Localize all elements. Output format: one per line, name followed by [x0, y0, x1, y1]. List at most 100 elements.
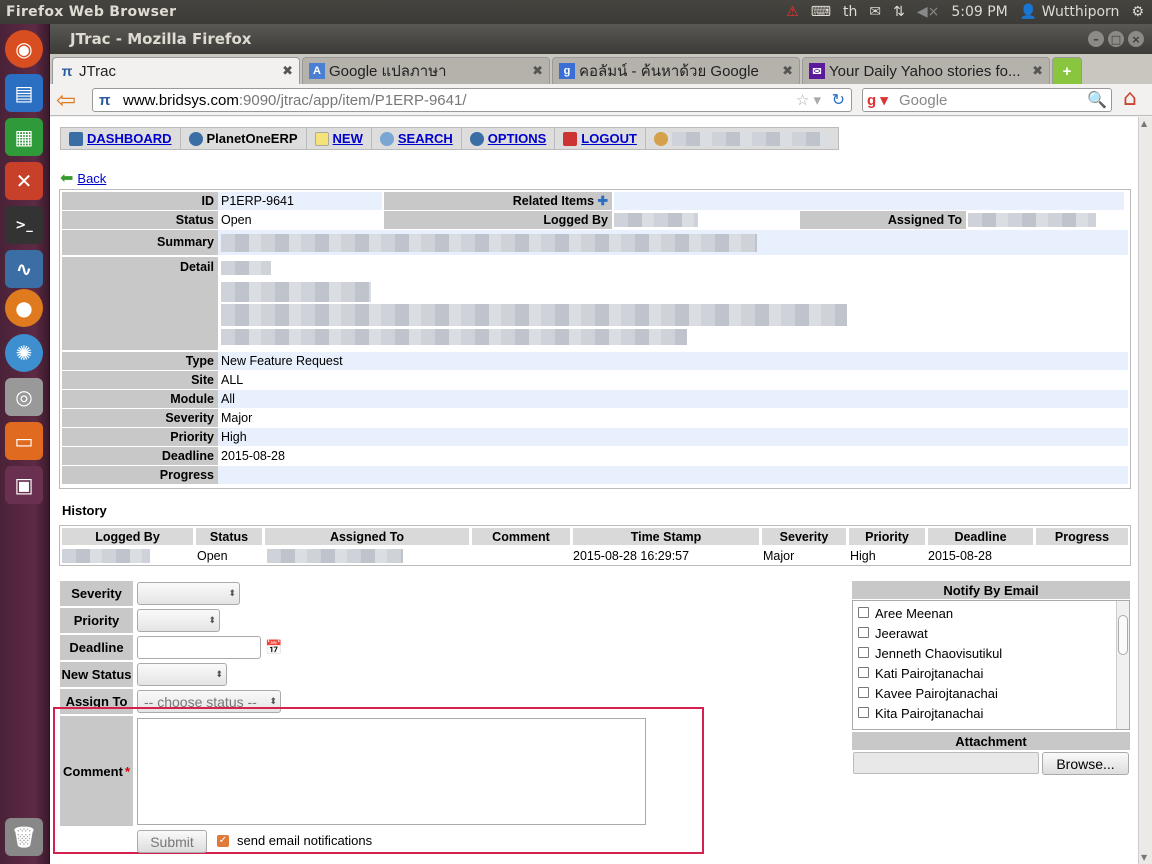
required-mark: * [124, 763, 130, 779]
yahoo-icon: ✉ [809, 63, 825, 79]
options-link[interactable]: OPTIONS [488, 131, 547, 146]
send-email-checkbox[interactable]: ✓ [217, 834, 229, 847]
tab-google-translate[interactable]: A Google แปลภาษา ✖ [302, 57, 550, 84]
menu-search[interactable]: SEARCH [372, 128, 462, 149]
reload-icon[interactable]: ↻ [832, 90, 845, 110]
calc-icon[interactable]: ▦ [5, 118, 43, 156]
new-icon [314, 131, 329, 146]
dash-home-icon[interactable]: ◉ [5, 30, 43, 68]
tab-jtrac[interactable]: π JTrac ✖ [52, 57, 300, 84]
notify-user-item[interactable]: Jeerawat [858, 624, 1129, 644]
module-label: Module [62, 390, 218, 408]
send-email-row[interactable]: ✓ send email notifications [217, 833, 372, 848]
scroll-up-icon[interactable]: ▲ [1141, 119, 1147, 128]
notify-user-item[interactable]: Kavee Pairojtanachai [858, 684, 1129, 704]
submit-button[interactable]: Submit [137, 830, 207, 853]
bookmark-star-icon[interactable]: ☆ ▾ [796, 91, 821, 109]
google-icon: g [559, 63, 575, 79]
terminal-icon[interactable]: >_ [5, 206, 43, 244]
logout-link[interactable]: LOGOUT [581, 131, 637, 146]
notify-checkbox[interactable] [858, 647, 869, 658]
history-col-comment: Comment [472, 528, 570, 545]
close-icon[interactable]: × [1128, 31, 1144, 47]
warning-icon[interactable]: ⚠ [786, 4, 799, 20]
menu-user [646, 128, 838, 149]
menu-logout[interactable]: LOGOUT [555, 128, 646, 149]
dashboard-link[interactable]: DASHBOARD [87, 131, 172, 146]
workspaces-icon[interactable]: ▣ [5, 466, 43, 504]
menu-new[interactable]: NEW [307, 128, 372, 149]
language-indicator[interactable]: th [843, 4, 857, 20]
gear-icon[interactable]: ⚙ [1131, 4, 1144, 20]
home-icon[interactable]: ⌂ [1123, 86, 1137, 111]
search-bar[interactable]: g ▾ Google 🔍 [862, 88, 1112, 112]
mail-icon[interactable]: ✉ [869, 4, 881, 20]
notify-user-item[interactable]: Kati Pairojtanachai [858, 664, 1129, 684]
notify-user-list[interactable]: Aree Meenan Jeerawat Jenneth Chaovisutik… [852, 600, 1130, 730]
close-tab-icon[interactable]: ✖ [532, 63, 543, 79]
history-status: Open [197, 549, 228, 563]
writer-icon[interactable]: ▤ [5, 74, 43, 112]
notify-checkbox[interactable] [858, 627, 869, 638]
notify-user-item[interactable]: Aree Meenan [858, 604, 1129, 624]
severity-select[interactable] [137, 582, 240, 605]
close-tab-icon[interactable]: ✖ [282, 63, 293, 79]
notify-checkbox[interactable] [858, 607, 869, 618]
firefox-icon[interactable]: ● [5, 289, 43, 327]
system-monitor-icon[interactable]: ∿ [5, 250, 43, 288]
maximize-icon[interactable]: □ [1108, 31, 1124, 47]
menu-options[interactable]: OPTIONS [462, 128, 556, 149]
google-search-engine-icon[interactable]: g ▾ [867, 91, 888, 109]
form-new-status-label: New Status [60, 662, 133, 687]
page-scrollbar[interactable]: ▲ ▼ [1138, 117, 1152, 864]
new-link[interactable]: NEW [333, 131, 363, 146]
comment-textarea[interactable] [137, 718, 646, 825]
notify-checkbox[interactable] [858, 707, 869, 718]
close-tab-icon[interactable]: ✖ [1032, 63, 1043, 79]
volume-icon[interactable]: ◀× [917, 4, 940, 20]
close-tab-icon[interactable]: ✖ [782, 63, 793, 79]
keyboard-icon[interactable]: ⌨ [811, 4, 831, 20]
add-related-icon[interactable]: ✚ [598, 194, 608, 208]
priority-select[interactable] [137, 609, 220, 632]
new-status-select[interactable] [137, 663, 227, 686]
history-severity: Major [763, 549, 795, 563]
browse-button[interactable]: Browse... [1042, 752, 1129, 775]
tab-google-search[interactable]: g คอลัมน์ - ค้นหาด้วย Google ✖ [552, 57, 800, 84]
notify-checkbox[interactable] [858, 667, 869, 678]
network-icon[interactable]: ⇅ [893, 4, 905, 20]
menu-project[interactable]: PlanetOneERP [181, 128, 307, 149]
search-link[interactable]: SEARCH [398, 131, 453, 146]
url-bar[interactable]: π www.bridsys.com:9090/jtrac/app/item/P1… [92, 88, 852, 112]
back-link-row[interactable]: ⬅ Back [60, 168, 106, 188]
user-menu[interactable]: 👤 Wutthiporn [1020, 4, 1120, 20]
page-content: DASHBOARD PlanetOneERP NEW SEARCH OPTION… [50, 117, 1138, 864]
camera-icon[interactable]: ◎ [5, 378, 43, 416]
notify-user-item[interactable]: Kita Pairojtanachai [858, 704, 1129, 724]
notify-scrollbar[interactable] [1116, 601, 1129, 729]
back-arrow-icon[interactable]: ⇦ [56, 86, 76, 114]
settings-icon[interactable]: ✕ [5, 162, 43, 200]
history-row: Open 2015-08-28 16:29:57 Major High 2015… [60, 547, 1130, 565]
deadline-input[interactable] [137, 636, 261, 659]
calendar-icon[interactable]: 📅 [265, 639, 282, 656]
back-link[interactable]: Back [77, 171, 106, 186]
shotwell-icon[interactable]: ✺ [5, 334, 43, 372]
site-identity-icon[interactable]: π [99, 92, 110, 109]
files-icon[interactable]: ▭ [5, 422, 43, 460]
trash-icon[interactable]: 🗑 [5, 818, 43, 856]
deadline-label: Deadline [62, 447, 218, 465]
user-name: Wutthiporn [1041, 4, 1120, 20]
new-tab-button[interactable]: + [1052, 57, 1082, 84]
menu-dashboard[interactable]: DASHBOARD [61, 128, 181, 149]
attachment-file-field[interactable] [853, 752, 1039, 774]
search-icon[interactable]: 🔍 [1087, 90, 1107, 110]
clock[interactable]: 5:09 PM [951, 4, 1007, 20]
deadline-value: 2015-08-28 [221, 449, 285, 463]
notify-checkbox[interactable] [858, 687, 869, 698]
scroll-down-icon[interactable]: ▼ [1141, 853, 1147, 862]
notify-user-item[interactable]: Jenneth Chaovisutikul [858, 644, 1129, 664]
tab-yahoo[interactable]: ✉ Your Daily Yahoo stories fo... ✖ [802, 57, 1050, 84]
severity-value: Major [221, 411, 253, 425]
minimize-icon[interactable]: – [1088, 31, 1104, 47]
